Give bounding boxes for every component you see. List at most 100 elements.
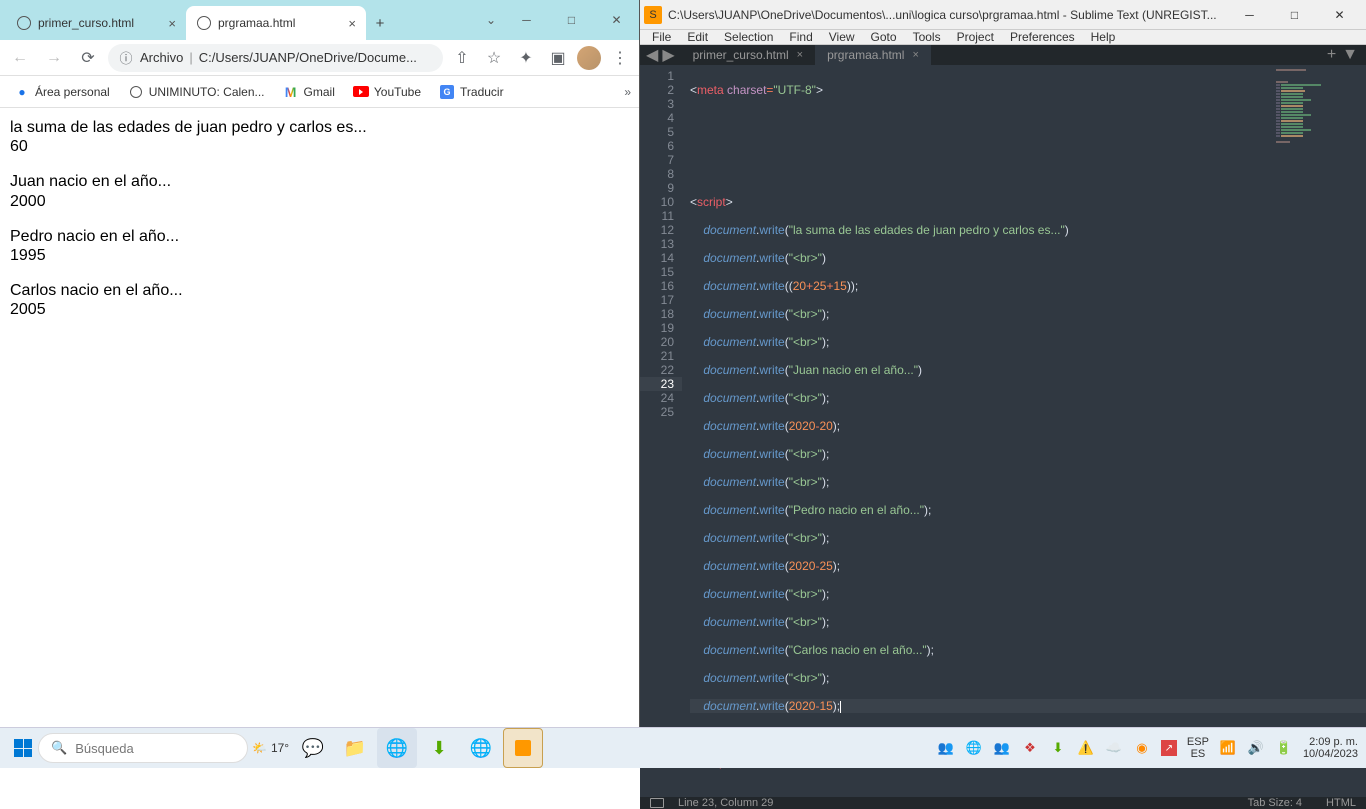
menu-preferences[interactable]: Preferences [1002, 30, 1083, 44]
taskbar-utorrent-icon[interactable]: ⬇ [419, 728, 459, 768]
start-button[interactable] [8, 733, 38, 763]
minimize-button[interactable]: ─ [504, 0, 549, 40]
tray-app-icon[interactable]: ❖ [1021, 739, 1039, 757]
close-icon[interactable]: × [348, 16, 356, 31]
close-icon[interactable]: × [797, 49, 803, 61]
clock[interactable]: 2:09 p. m. 10/04/2023 [1303, 736, 1358, 760]
tray-app2-icon[interactable]: ↗ [1161, 740, 1177, 756]
tab-prgramaa[interactable]: prgramaa.html × [186, 6, 366, 40]
reload-button[interactable]: ⟳ [74, 44, 102, 72]
tray-warning-icon[interactable]: ⚠️ [1077, 739, 1095, 757]
bookmark-area-personal[interactable]: ● Área personal [8, 81, 116, 103]
taskbar-search[interactable]: 🔍 Búsqueda [38, 733, 248, 763]
editor-area[interactable]: 1 2 3 4 5 6 7 8 9 10 11 12 13 14 15 16 1… [640, 65, 1366, 797]
language-indicator[interactable]: ESP ES [1187, 736, 1209, 760]
sidebar-toggle-icon[interactable] [650, 798, 664, 808]
new-tab-button[interactable]: + [366, 6, 394, 40]
menu-icon[interactable]: ⋮ [607, 45, 633, 71]
forward-button[interactable]: → [40, 44, 68, 72]
tray-globe-icon[interactable]: 🌐 [965, 739, 983, 757]
tray-onedrive-icon[interactable]: ☁️ [1105, 739, 1123, 757]
menu-tools[interactable]: Tools [905, 30, 949, 44]
bookmark-gmail[interactable]: M Gmail [277, 81, 341, 103]
globe-icon [196, 15, 212, 31]
menu-find[interactable]: Find [781, 30, 820, 44]
maximize-button[interactable]: □ [1272, 0, 1317, 30]
taskbar-apps: 💬 📁 🌐 ⬇ 🌐 [293, 728, 543, 768]
tray-teams2-icon[interactable]: 👥 [993, 739, 1011, 757]
bookmark-uniminuto[interactable]: UNIMINUTO: Calen... [122, 81, 271, 103]
tab-back-icon[interactable]: ◀ [646, 45, 658, 65]
sublime-menubar: File Edit Selection Find View Goto Tools… [640, 30, 1366, 45]
side-panel-icon[interactable]: ▣ [545, 45, 571, 71]
overflow-icon[interactable]: » [624, 85, 631, 99]
menu-goto[interactable]: Goto [863, 30, 905, 44]
line-gutter: 1 2 3 4 5 6 7 8 9 10 11 12 13 14 15 16 1… [640, 65, 682, 797]
close-button[interactable]: ✕ [1317, 0, 1362, 30]
code-content[interactable]: <meta charset="UTF-8"> <script> document… [682, 65, 1366, 797]
weather-temp: 17° [271, 741, 289, 755]
chrome-titlebar: primer_curso.html × prgramaa.html × + ⌄ … [0, 0, 639, 40]
close-icon[interactable]: × [912, 49, 918, 61]
cursor-position: Line 23, Column 29 [678, 797, 773, 809]
windows-logo-icon [14, 739, 32, 757]
bookmark-youtube[interactable]: YouTube [347, 81, 427, 103]
sublime-window-title: C:\Users\JUANP\OneDrive\Documentos\...un… [668, 8, 1227, 22]
taskbar-chrome2-icon[interactable]: 🌐 [461, 728, 501, 768]
star-icon[interactable]: ☆ [481, 45, 507, 71]
editor-tab-prgramaa[interactable]: prgramaa.html × [815, 45, 931, 65]
taskbar-sublime-icon[interactable] [503, 728, 543, 768]
tray-teams-icon[interactable]: 👥 [937, 739, 955, 757]
menu-file[interactable]: File [644, 30, 679, 44]
windows-taskbar: 🔍 Búsqueda 🌤️ 17° 💬 📁 🌐 ⬇ 🌐 👥 🌐 👥 ❖ ⬇ ⚠️… [0, 727, 1366, 768]
blue-dot-icon: ● [14, 84, 30, 100]
system-tray: 👥 🌐 👥 ❖ ⬇ ⚠️ ☁️ ◉ ↗ ESP ES 📶 🔊 🔋 2:09 p.… [937, 736, 1358, 760]
menu-project[interactable]: Project [949, 30, 1002, 44]
wifi-icon[interactable]: 📶 [1219, 739, 1237, 757]
volume-icon[interactable]: 🔊 [1247, 739, 1265, 757]
taskbar-chat-icon[interactable]: 💬 [293, 728, 333, 768]
share-icon[interactable]: ⇧ [449, 45, 475, 71]
address-url: C:/Users/JUANP/OneDrive/Docume... [199, 50, 433, 65]
back-button[interactable]: ← [6, 44, 34, 72]
menu-edit[interactable]: Edit [679, 30, 716, 44]
chrome-browser-window: primer_curso.html × prgramaa.html × + ⌄ … [0, 0, 639, 727]
close-button[interactable]: ✕ [594, 0, 639, 40]
battery-icon[interactable]: 🔋 [1275, 739, 1293, 757]
menu-selection[interactable]: Selection [716, 30, 781, 44]
tab-size[interactable]: Tab Size: 4 [1248, 797, 1302, 809]
extensions-icon[interactable]: ✦ [513, 45, 539, 71]
weather-widget[interactable]: 🌤️ 17° [252, 741, 289, 755]
tray-utorrent-icon[interactable]: ⬇ [1049, 739, 1067, 757]
content-line: Carlos nacio en el año... [10, 282, 183, 299]
menu-help[interactable]: Help [1083, 30, 1124, 44]
maximize-button[interactable]: □ [549, 0, 594, 40]
menu-view[interactable]: View [821, 30, 863, 44]
tab-primer-curso[interactable]: primer_curso.html × [6, 6, 186, 40]
bookmark-translate[interactable]: G Traducir [433, 81, 510, 103]
tab-forward-icon[interactable]: ▶ [662, 45, 674, 65]
sublime-text-window: S C:\Users\JUANP\OneDrive\Documentos\...… [639, 0, 1366, 727]
minimize-button[interactable]: ─ [1227, 0, 1272, 30]
minimap[interactable] [1276, 69, 1366, 269]
content-line: la suma de las edades de juan pedro y ca… [10, 119, 367, 136]
info-icon: ⓘ [118, 48, 134, 67]
chrome-tabs: primer_curso.html × prgramaa.html × + [0, 6, 478, 40]
chrome-window-controls: ⌄ ─ □ ✕ [478, 0, 639, 40]
close-icon[interactable]: × [168, 16, 176, 31]
content-line: 2005 [10, 301, 46, 318]
profile-avatar[interactable] [577, 46, 601, 70]
tray-avast-icon[interactable]: ◉ [1133, 739, 1151, 757]
editor-tab-primer-curso[interactable]: primer_curso.html × [681, 45, 815, 65]
chevron-down-icon[interactable]: ⌄ [478, 0, 504, 40]
bookmark-label: Área personal [35, 85, 110, 99]
address-label: Archivo [140, 50, 183, 65]
taskbar-explorer-icon[interactable]: 📁 [335, 728, 375, 768]
search-icon: 🔍 [51, 740, 67, 756]
dropdown-icon[interactable]: ▼ [1342, 46, 1358, 64]
translate-icon: G [439, 84, 455, 100]
add-tab-icon[interactable]: + [1327, 46, 1336, 64]
syntax-mode[interactable]: HTML [1326, 797, 1356, 809]
taskbar-chrome-icon[interactable]: 🌐 [377, 728, 417, 768]
address-bar[interactable]: ⓘ Archivo | C:/Users/JUANP/OneDrive/Docu… [108, 44, 443, 72]
